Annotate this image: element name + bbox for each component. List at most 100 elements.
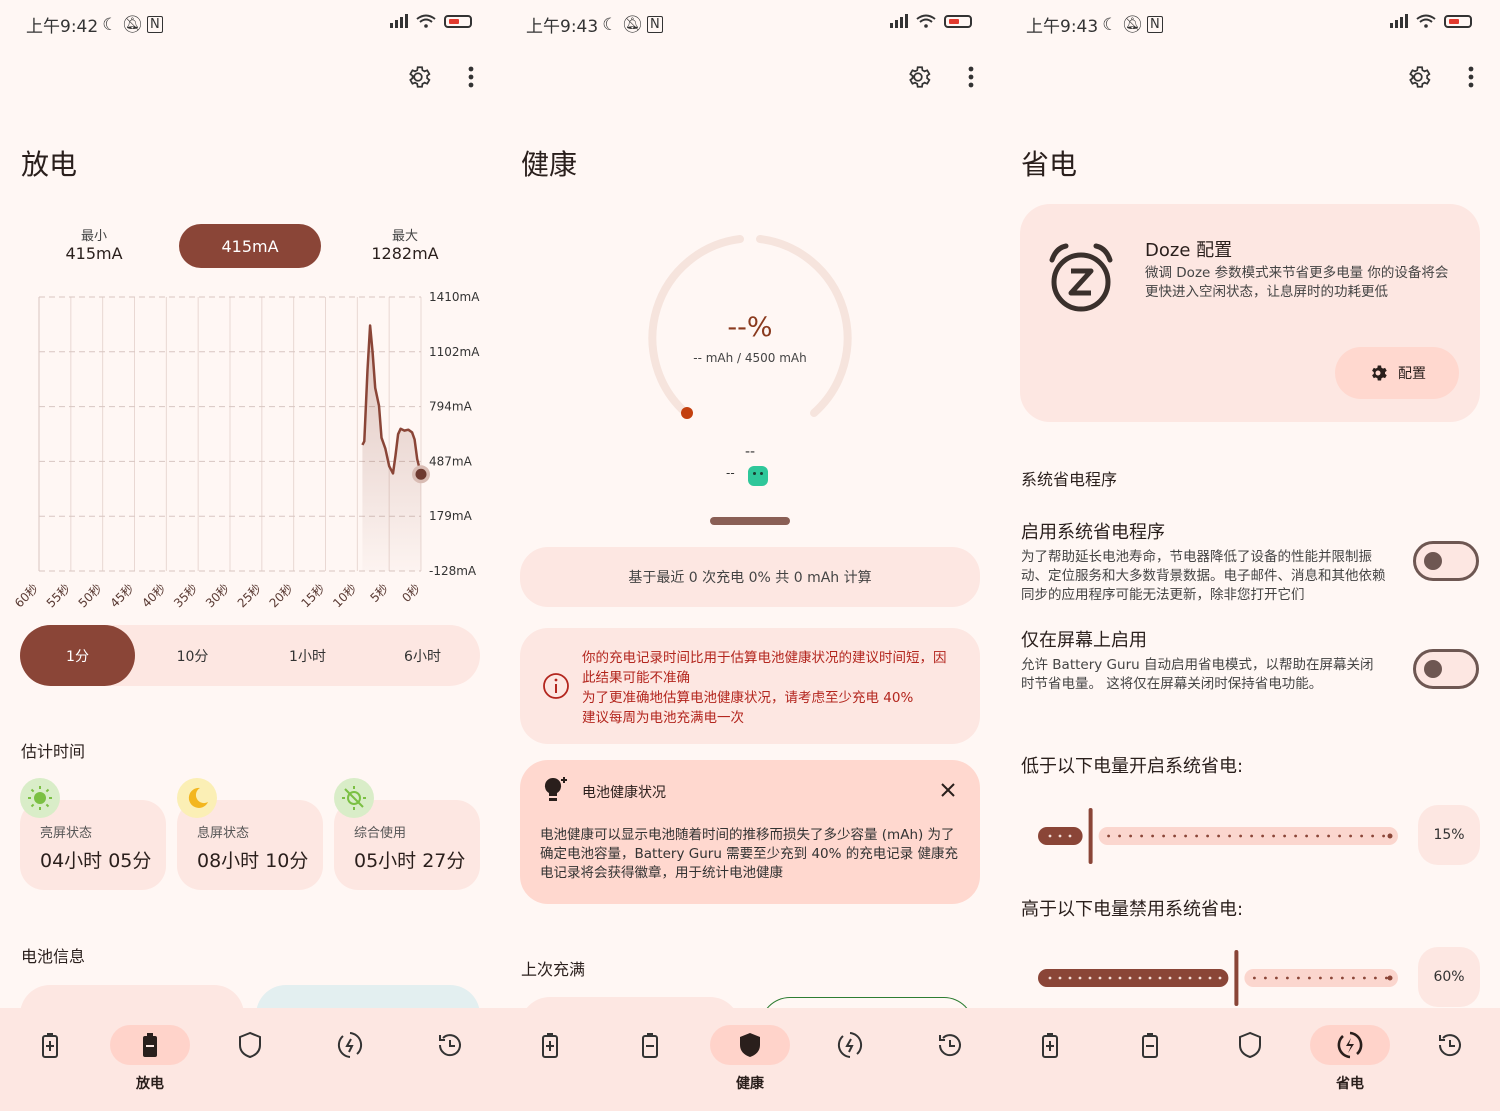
mute-status-icon: 🔕︎ [121, 14, 144, 35]
nav-charge[interactable] [10, 1022, 90, 1102]
gear-icon[interactable] [1403, 62, 1433, 92]
range-10min[interactable]: 10分 [135, 625, 250, 686]
nav-discharge[interactable] [1110, 1022, 1190, 1102]
slider-inactive-track [1098, 827, 1398, 845]
screen-saver-toggle[interactable] [1413, 649, 1479, 689]
y-tick-label: 1102mA [429, 345, 480, 359]
nav-label: 健康 [736, 1076, 764, 1092]
nav-health[interactable]: 健康 [710, 1022, 790, 1102]
discharge-chart: 1410mA1102mA794mA487mA179mA-128mA60秒 55秒 5… [12, 290, 480, 610]
slider-tick-dot [1173, 834, 1176, 838]
doze-title: Doze 配置 [1145, 240, 1233, 261]
slider-tick-dot [1341, 976, 1344, 980]
high-threshold-value: 60% [1418, 947, 1480, 1007]
range-1hour[interactable]: 1小时 [250, 625, 365, 686]
x-tick-label: 55秒 [44, 581, 73, 610]
max-label: 最大 [391, 229, 418, 244]
slider-tick-dot [1108, 976, 1112, 980]
power-saver-icon [337, 1032, 363, 1058]
saver-screen: 上午9:43 ☾ 🔕︎ N 省电 Doze 配置 微调 Doze 参数模式来节省… [1000, 0, 1500, 1111]
current-value-pill[interactable]: 415mA [179, 224, 321, 268]
nfc-status-icon: N [1147, 16, 1163, 33]
gear-icon[interactable] [903, 62, 933, 92]
nfc-status-icon: N [647, 16, 663, 33]
x-tick-label: 0秒 [399, 581, 423, 605]
page-title: 省电 [1021, 148, 1078, 181]
x-tick-label: 35秒 [171, 581, 200, 610]
wifi-icon [916, 14, 936, 28]
slider-tick-dot [1363, 976, 1366, 980]
slider-tick-dot [1218, 976, 1222, 980]
nav-charge[interactable] [510, 1022, 590, 1102]
slider-tick-dot [1319, 976, 1322, 980]
estimate-value: 05小时 27分 [354, 850, 466, 872]
battery-info-title: 电池信息 [21, 947, 86, 966]
close-icon[interactable] [940, 782, 956, 798]
nav-pill [1410, 1025, 1490, 1065]
high-threshold-slider[interactable] [1038, 950, 1398, 1006]
nav-saver[interactable] [310, 1022, 390, 1102]
nav-pill [1310, 1025, 1390, 1065]
slider-tick-dot [1129, 834, 1132, 838]
nav-label: 省电 [1336, 1076, 1364, 1092]
more-vert-icon[interactable] [456, 62, 486, 92]
doze-configure-button[interactable]: 配置 [1335, 347, 1459, 399]
alarm-z-icon [1049, 243, 1113, 312]
low-threshold-slider[interactable] [1038, 808, 1398, 864]
slider-tick-dot [1371, 834, 1374, 838]
nav-saver[interactable] [810, 1022, 890, 1102]
battery-status-icon [1444, 14, 1472, 28]
range-selector: 1分 10分 1小时 6小时 [20, 625, 480, 686]
x-tick-label: 10秒 [330, 581, 359, 610]
range-6hour[interactable]: 6小时 [365, 625, 480, 686]
nav-history[interactable] [1410, 1022, 1490, 1102]
slider-tick-dot [1088, 976, 1092, 980]
nav-discharge[interactable] [610, 1022, 690, 1102]
nav-history[interactable] [910, 1022, 990, 1102]
enable-saver-toggle[interactable] [1413, 541, 1479, 581]
range-1min[interactable]: 1分 [20, 625, 135, 686]
nav-saver[interactable]: 省电 [1310, 1022, 1390, 1102]
shield-icon [740, 1033, 760, 1057]
slider-tick-dot [1068, 834, 1072, 838]
more-vert-icon[interactable] [1456, 62, 1486, 92]
nav-charge[interactable] [1010, 1022, 1090, 1102]
nav-pill [310, 1025, 390, 1065]
battery-discharge-icon [143, 1033, 157, 1057]
nav-discharge[interactable]: 放电 [110, 1022, 190, 1102]
more-vert-icon[interactable] [956, 62, 986, 92]
slider-tick-dot [1107, 834, 1110, 838]
dash-left: -- [726, 466, 735, 480]
nav-pill [1110, 1025, 1190, 1065]
gear-icon[interactable] [403, 62, 433, 92]
nfc-status-icon: N [147, 16, 163, 33]
wifi-icon [1416, 14, 1436, 28]
gauge-indicator [681, 407, 693, 419]
slider-tick-dot [1188, 976, 1192, 980]
status-bar-time: 上午9:42 ☾ 🔕︎ N [26, 12, 163, 37]
nav-pill [610, 1025, 690, 1065]
signal-icon [390, 14, 408, 28]
nav-history[interactable] [410, 1022, 490, 1102]
nav-health[interactable] [1210, 1022, 1290, 1102]
status-bar-right [890, 14, 972, 28]
x-tick-label: 15秒 [298, 581, 327, 610]
nav-health[interactable] [210, 1022, 290, 1102]
slider-tick-dot [1118, 834, 1121, 838]
nav-pill [10, 1025, 90, 1065]
bottom-nav: 放电 [0, 1008, 500, 1111]
x-tick-label: 5秒 [368, 581, 392, 605]
health-percent: --% [727, 312, 773, 343]
slider-tick-dot [1140, 834, 1143, 838]
slider-tick-dot [1138, 976, 1142, 980]
slider-tick-dot [1178, 976, 1182, 980]
enable-saver-desc: 为了帮助延长电池寿命，节电器降低了设备的性能并限制振动、定位服务和大多数背景数据… [1021, 549, 1386, 603]
time-text: 上午9:43 [526, 17, 599, 37]
status-bar-right [1390, 14, 1472, 28]
min-value: 415mA [65, 244, 123, 263]
battery-status-icon [444, 14, 472, 28]
slider-tick-dot [1058, 976, 1062, 980]
slider-tick-dot [1195, 834, 1198, 838]
slider-tick-dot [1118, 976, 1122, 980]
health-info-card: 电池健康状况 电池健康可以显示电池随着时间的推移而损失了多少容量 (mAh) 为… [520, 760, 980, 904]
